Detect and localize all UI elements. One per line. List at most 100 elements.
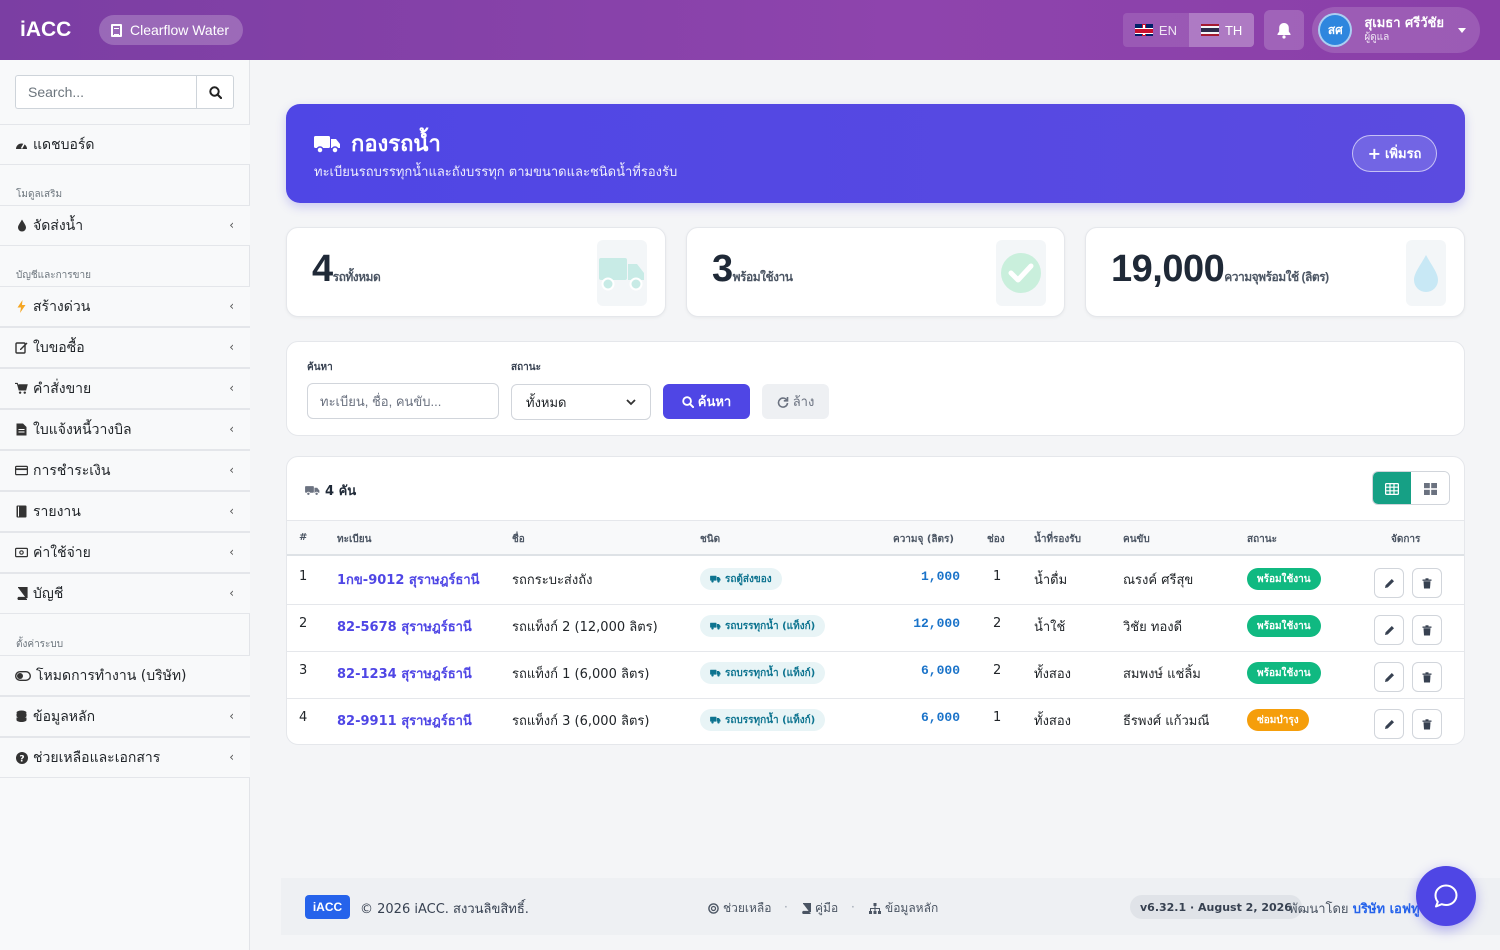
brand-logo[interactable]: iACC [20,18,99,42]
footer-developed-by: พัฒนาโดย [1289,902,1349,917]
sidebar-item-master-data[interactable]: ข้อมูลหลัก ‹ [0,696,250,737]
table-row: 1 1กข-9012 สุราษฎร์ธานี รถกระบะส่งถัง รถตู้… [287,558,1464,605]
trash-icon [1422,577,1432,588]
section-label-addons: โมดูลเสริม [16,189,63,200]
footer-master-data-link[interactable]: ข้อมูลหลัก [869,899,938,918]
footer-logo: iACC [305,895,350,919]
stat-value: 4 [312,248,333,290]
edit-button[interactable] [1374,709,1404,739]
notifications-button[interactable] [1264,10,1305,50]
sidebar-search-input[interactable] [15,75,196,109]
delete-button[interactable] [1412,662,1442,692]
edit-button[interactable] [1374,568,1404,598]
chevron-left-icon: ‹ [229,218,234,232]
sidebar-search-button[interactable] [196,75,234,109]
sidebar-item-reports[interactable]: รายงาน ‹ [0,491,250,532]
column-header[interactable]: คนขับ [1123,532,1150,547]
compartments-value: 1 [993,569,1002,584]
sidebar-item-accounts[interactable]: บัญชี ‹ [0,573,250,614]
database-icon [15,710,28,723]
plate-link[interactable]: 82-9911 สุราษฎร์ธานี [337,710,472,731]
column-header[interactable]: ชนิด [700,532,720,547]
table-view-button[interactable] [1373,472,1411,504]
version-badge: v6.32.1 · August 2, 2026 [1130,895,1302,919]
delete-button[interactable] [1412,568,1442,598]
capacity-value: 6,000 [920,663,960,678]
sidebar-item-dashboard[interactable]: แดชบอร์ด [0,124,250,165]
sidebar-item-payment[interactable]: การชำระเงิน ‹ [0,450,250,491]
row-number: 2 [299,616,308,631]
footer-help-link[interactable]: ช่วยเหลือ [708,899,772,918]
user-menu[interactable]: สศ สุเมธา ศรีวัชัย ผู้ดูแล [1312,7,1480,53]
toggle-icon [15,669,31,682]
page-title: กองรถน้ำ [351,132,441,157]
column-header[interactable]: สถานะ [1247,532,1277,547]
pencil-icon [1384,625,1394,635]
lang-th-button[interactable]: TH [1188,13,1255,47]
sidebar-item-sales-order[interactable]: คำสั่งขาย ‹ [0,368,250,409]
sidebar-item-invoice[interactable]: ใบแจ้งหนี้วางบิล ‹ [0,409,250,450]
top-navbar: iACC Clearflow Water EN TH สศ สุเมธา ศรี… [0,0,1500,60]
column-header[interactable]: ชื่อ [512,532,525,547]
vehicle-type-badge: รถบรรทุกน้ำ (แท็งก์) [700,662,826,684]
status-select[interactable]: ทั้งหมด [511,384,651,420]
vehicle-count: 4 คัน [305,480,356,501]
footer-manual-label: คู่มือ [815,901,839,915]
vehicle-table-card: 4 คัน # ทะเบียน ชื่อ ชนิด ความจุ (ลิตร) … [286,456,1465,745]
capacity-value: 6,000 [920,710,960,725]
sidebar-item-quick-create[interactable]: สร้างด่วน ‹ [0,286,250,327]
company-name: Clearflow Water [130,22,230,38]
chevron-left-icon: ‹ [229,340,234,354]
footer-developer-link[interactable]: บริษัท เอฟทู [1353,902,1420,917]
dashboard-icon [15,138,28,151]
vehicle-count-text: 4 คัน [325,484,357,499]
trash-icon [1422,671,1432,682]
sidebar-item-purchase-request[interactable]: ใบขอซื้อ ‹ [0,327,250,368]
column-header: จัดการ [1391,534,1421,545]
sidebar-item-water-delivery[interactable]: จัดส่งน้ำ ‹ [0,205,250,246]
add-vehicle-button[interactable]: + เพิ่มรถ [1352,135,1437,172]
chat-button[interactable] [1416,866,1476,926]
delete-button[interactable] [1412,615,1442,645]
caret-down-icon [1458,27,1466,33]
sidebar-item-expenses[interactable]: ค่าใช้จ่าย ‹ [0,532,250,573]
page-header-banner: กองรถน้ำ ทะเบียนรถบรรทุกน้ำและถังบรรทุก … [286,104,1465,203]
lang-en-button[interactable]: EN [1122,13,1189,47]
sidebar-item-label: โหมดการทำงาน (บริษัท) [36,667,187,684]
water-type: น้ำใช้ [1034,620,1066,635]
grid-view-button[interactable] [1411,472,1449,504]
sidebar-item-work-mode[interactable]: โหมดการทำงาน (บริษัท) [0,655,250,696]
edit-button[interactable] [1374,615,1404,645]
chevron-left-icon: ‹ [229,545,234,559]
plate-link[interactable]: 1กข-9012 สุราษฎร์ธานี [337,569,480,590]
sidebar: แดชบอร์ด โมดูลเสริม จัดส่งน้ำ ‹ บัญชีและ… [0,60,250,950]
cart-icon [15,382,28,395]
footer-manual-link[interactable]: คู่มือ [801,899,838,918]
edit-button[interactable] [1374,662,1404,692]
water-type: น้ำดื่ม [1034,573,1068,588]
column-header[interactable]: ความจุ (ลิตร) [893,532,954,547]
footer-help-label: ช่วยเหลือ [723,901,772,915]
stat-card-total-vehicles: 4รถทั้งหมด [286,227,666,317]
sidebar-item-label: ใบขอซื้อ [33,339,85,356]
vehicle-type-badge: รถตู้ส่งของ [700,568,782,590]
company-selector[interactable]: Clearflow Water [99,15,244,45]
chevron-down-icon [626,398,636,405]
capacity-value: 12,000 [913,616,960,631]
section-label-settings: ตั้งค่าระบบ [16,639,64,650]
row-number: 4 [299,710,308,725]
plate-link[interactable]: 82-1234 สุราษฎร์ธานี [337,663,472,684]
column-header: # [299,532,308,543]
stat-card-ready: 3พร้อมใช้งาน [686,227,1065,317]
sidebar-item-help[interactable]: ? ช่วยเหลือและเอกสาร ‹ [0,737,250,778]
vehicle-search-input[interactable] [307,383,499,419]
view-toggle [1372,471,1450,505]
plate-link[interactable]: 82-5678 สุราษฎร์ธานี [337,616,472,637]
clear-button[interactable]: ล้าง [762,384,829,419]
delete-button[interactable] [1412,709,1442,739]
column-header[interactable]: ทะเบียน [337,532,371,547]
search-button[interactable]: ค้นหา [663,384,750,419]
sidebar-item-label: รายงาน [33,503,81,520]
section-label-accounting: บัญชีและการขาย [16,270,91,281]
vehicle-name: รถแท็งก์ 1 (6,000 ลิตร) [512,667,650,682]
